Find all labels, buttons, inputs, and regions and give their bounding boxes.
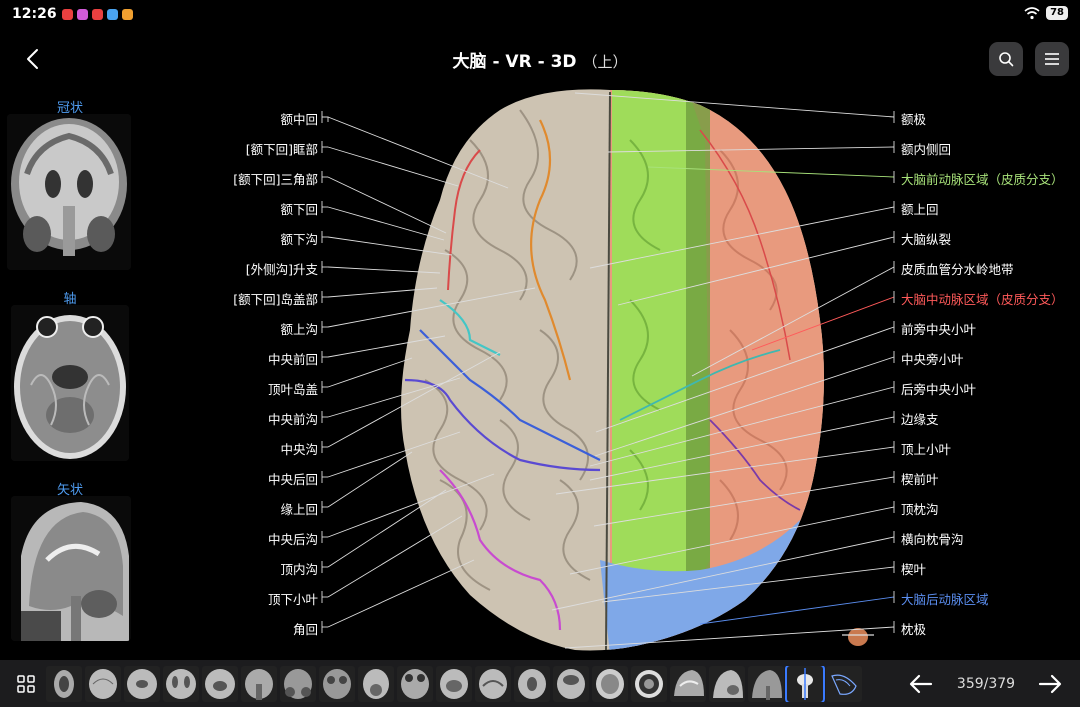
- header: 大脑 - VR - 3D （上）: [0, 30, 1080, 88]
- slice-thumbnail[interactable]: [670, 666, 706, 702]
- anatomy-label[interactable]: [外侧沟]升支: [246, 259, 318, 278]
- search-icon: [999, 52, 1014, 67]
- slice-thumbnail[interactable]: [46, 666, 82, 702]
- slice-thumbnail[interactable]: [163, 666, 199, 702]
- anatomy-label[interactable]: 顶内沟: [280, 559, 318, 578]
- slice-thumbnail[interactable]: [85, 666, 121, 702]
- anatomy-label[interactable]: 中央前沟: [268, 409, 318, 428]
- slice-thumbnail[interactable]: [202, 666, 238, 702]
- anatomy-label[interactable]: 中央沟: [280, 439, 318, 458]
- anatomy-label[interactable]: 横向枕骨沟: [901, 529, 964, 548]
- battery-level: 78: [1046, 6, 1068, 20]
- anatomy-label[interactable]: 中央旁小叶: [901, 349, 964, 368]
- anatomy-label[interactable]: 顶枕沟: [901, 499, 939, 518]
- slice-thumbnail[interactable]: [436, 666, 472, 702]
- slice-thumbnail[interactable]: [124, 666, 160, 702]
- anatomy-label[interactable]: 前旁中央小叶: [901, 319, 976, 338]
- slice-thumbnail-current[interactable]: [785, 666, 825, 702]
- page-title-main: 大脑 - VR - 3D: [452, 52, 577, 72]
- anatomy-label[interactable]: 大脑纵裂: [901, 229, 951, 248]
- page-title: 大脑 - VR - 3D （上）: [0, 47, 1080, 72]
- search-button[interactable]: [989, 42, 1023, 76]
- anatomy-label[interactable]: 顶叶岛盖: [268, 379, 318, 398]
- slice-thumbnail[interactable]: [826, 666, 862, 702]
- next-slice-button[interactable]: [1036, 672, 1064, 696]
- anatomy-label[interactable]: 中央前回: [268, 349, 318, 368]
- app-notification-icon: [107, 9, 118, 20]
- anatomy-label[interactable]: 额下沟: [280, 229, 318, 248]
- anatomy-label[interactable]: 楔叶: [901, 559, 926, 578]
- anatomy-label[interactable]: 角回: [293, 619, 318, 638]
- anatomy-label[interactable]: 枕极: [901, 619, 926, 638]
- slice-thumbnail[interactable]: [709, 666, 745, 702]
- slice-thumbnail[interactable]: [397, 666, 433, 702]
- orientation-head-icon[interactable]: [848, 628, 868, 646]
- slice-thumbnail[interactable]: [280, 666, 316, 702]
- anatomy-label[interactable]: 额内侧回: [901, 139, 951, 158]
- pca-territory-label[interactable]: 大脑后动脉区域: [901, 589, 989, 608]
- anatomy-label[interactable]: 中央后回: [268, 469, 318, 488]
- anatomy-label[interactable]: 楔前叶: [901, 469, 939, 488]
- slice-thumbnail[interactable]: [631, 666, 667, 702]
- aca-territory-label[interactable]: 大脑前动脉区域（皮质分支）: [901, 169, 1064, 188]
- grid-view-button[interactable]: [16, 674, 36, 694]
- slice-thumbnail[interactable]: [358, 666, 394, 702]
- app-notification-icon: [77, 9, 88, 20]
- slice-thumbnail[interactable]: [475, 666, 511, 702]
- slice-thumbnail[interactable]: [592, 666, 628, 702]
- anatomy-label[interactable]: 额极: [901, 109, 926, 128]
- slice-thumbnail[interactable]: [319, 666, 355, 702]
- coronal-view-thumbnail[interactable]: [7, 114, 131, 270]
- anatomy-label[interactable]: 缘上回: [280, 499, 318, 518]
- slice-thumbnail-strip[interactable]: [46, 666, 894, 702]
- page-title-subtitle: （上）: [582, 53, 628, 71]
- bottom-navigation-bar: 359/379: [0, 660, 1080, 707]
- menu-button[interactable]: [1035, 42, 1069, 76]
- slice-thumbnail[interactable]: [748, 666, 784, 702]
- slice-thumbnail[interactable]: [553, 666, 589, 702]
- mca-territory-label[interactable]: 大脑中动脉区域（皮质分支）: [901, 289, 1064, 308]
- anatomy-label[interactable]: 额上沟: [280, 319, 318, 338]
- anatomy-label[interactable]: 后旁中央小叶: [901, 379, 976, 398]
- app-notification-icon: [92, 9, 103, 20]
- slice-counter: 359/379: [956, 676, 1016, 692]
- status-app-icons: [62, 9, 133, 20]
- axial-view-thumbnail[interactable]: [11, 305, 129, 461]
- anatomy-label[interactable]: 边缘支: [901, 409, 939, 428]
- sagittal-view-thumbnail[interactable]: [11, 496, 131, 641]
- previous-slice-button[interactable]: [907, 672, 935, 696]
- anatomy-label[interactable]: [额下回]岛盖部: [233, 289, 318, 308]
- anatomy-label[interactable]: 额下回: [280, 199, 318, 218]
- anatomy-label[interactable]: [额下回]眶部: [246, 139, 318, 158]
- status-bar: 12:26 78: [0, 0, 1080, 30]
- slice-thumbnail[interactable]: [241, 666, 277, 702]
- anatomy-label[interactable]: 顶下小叶: [268, 589, 318, 608]
- anatomy-label[interactable]: 中央后沟: [268, 529, 318, 548]
- anatomy-label[interactable]: [额下回]三角部: [233, 169, 318, 188]
- anatomy-label[interactable]: 额中回: [280, 109, 318, 128]
- slice-thumbnail[interactable]: [514, 666, 550, 702]
- app-notification-icon: [122, 9, 133, 20]
- menu-icon: [1045, 53, 1059, 65]
- anatomy-label[interactable]: 皮质血管分水岭地带: [901, 259, 1014, 278]
- anatomy-label[interactable]: 顶上小叶: [901, 439, 951, 458]
- wifi-icon: [1024, 7, 1040, 20]
- app-notification-icon: [62, 9, 73, 20]
- status-time: 12:26: [12, 6, 57, 22]
- anatomy-label[interactable]: 额上回: [901, 199, 939, 218]
